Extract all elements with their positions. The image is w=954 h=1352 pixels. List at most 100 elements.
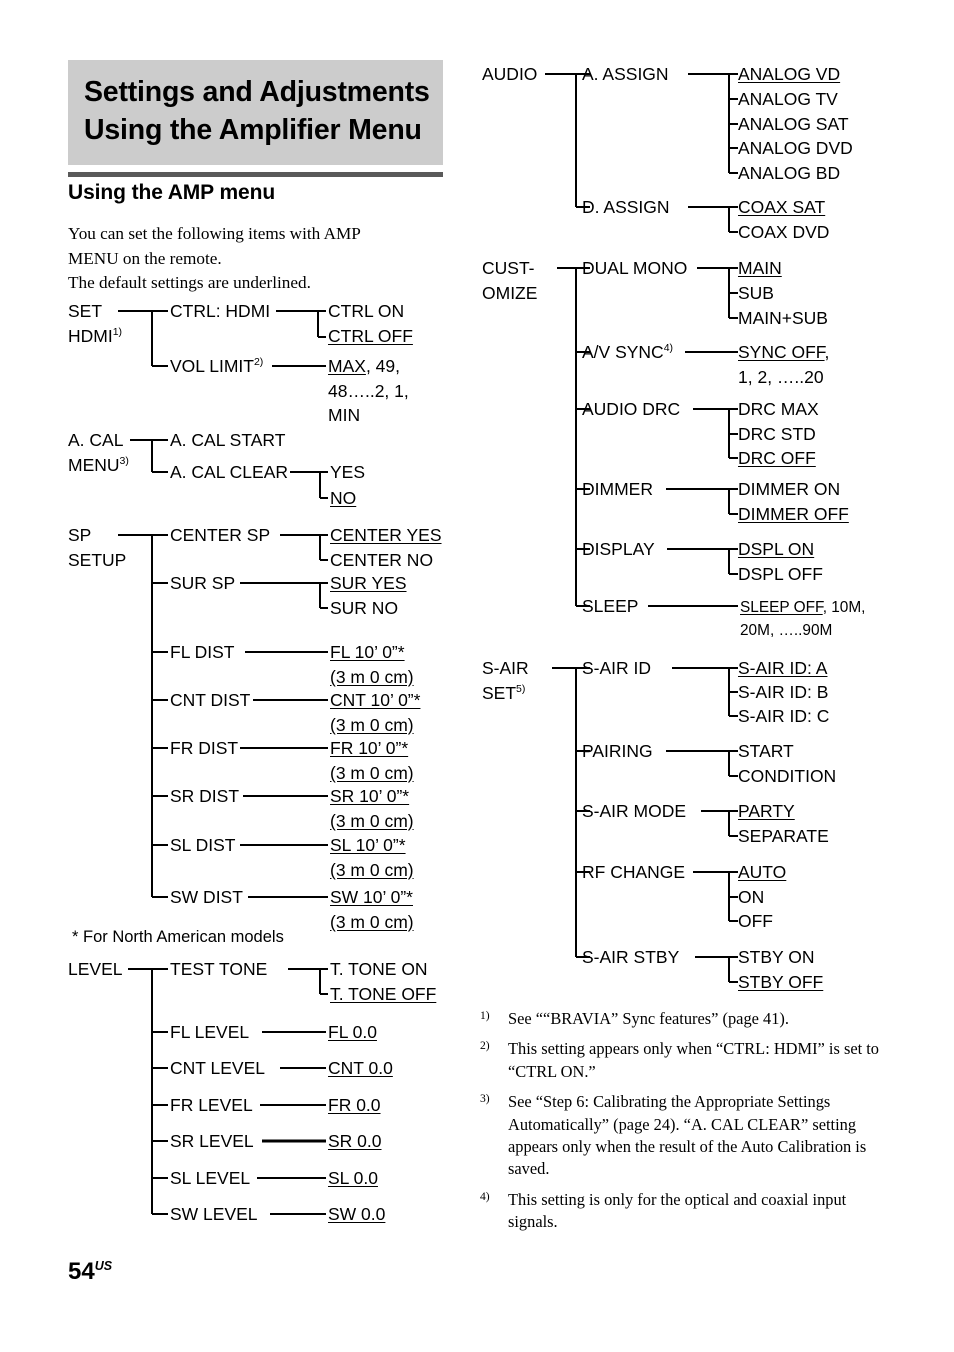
footnote-4: 4) This setting is only for the optical … <box>480 1189 880 1234</box>
tree-value-a-cal-yes: YES <box>330 462 366 482</box>
tree-value-sur-yes: SUR YES <box>330 573 407 593</box>
tree-value-dimmer-off: DIMMER OFF <box>738 504 849 524</box>
tree-item-display: DISPLAY <box>582 539 655 559</box>
tree-value-s-air-id-a: S-AIR ID: A <box>738 658 828 678</box>
sw-dist-meters: (3 m 0 cm) <box>330 911 414 932</box>
tree-value-rf-auto: AUTO <box>738 862 787 882</box>
tree-item-a-assign: A. ASSIGN <box>582 64 669 84</box>
tree-value-vol-limit-range: MAX, 49, 48…..2, 1, MIN <box>328 354 409 428</box>
tree-item-sur-sp: SUR SP <box>170 573 236 593</box>
footnote-4-text: This setting is only for the optical and… <box>508 1189 847 1232</box>
footnote-1-text: See ““BRAVIA” Sync features” (page 41). <box>508 1009 789 1028</box>
tree-item-s-air-mode: S-AIR MODE <box>582 801 687 821</box>
s-air-set-line-1: S-AIR <box>482 658 529 678</box>
tree-item-center-sp: CENTER SP <box>170 525 271 545</box>
av-sync-rest-1: , <box>824 342 830 362</box>
tree-value-sl-level: SL 0.0 <box>328 1168 378 1188</box>
document-page: Settings and Adjustments Using the Ampli… <box>0 0 954 1352</box>
intro-line-2: MENU on the remote. <box>68 248 222 268</box>
vol-limit-label: VOL LIMIT <box>170 356 254 376</box>
page-number: 54US <box>68 1258 112 1286</box>
tree-value-sw-level: SW 0.0 <box>328 1204 386 1224</box>
sw-dist-feet: SW 10’ 0”* <box>330 887 413 907</box>
tree-value-stby-on: STBY ON <box>738 947 815 967</box>
tree-item-av-sync: A/V SYNC4) <box>582 340 673 365</box>
tree-root-a-cal-menu: A. CAL MENU3) <box>68 428 129 477</box>
tree-value-dimmer-on: DIMMER ON <box>738 479 841 499</box>
tree-value-s-air-id-c: S-AIR ID: C <box>738 706 830 726</box>
set-hdmi-line-1: SET <box>68 301 103 321</box>
page-title-banner: Settings and Adjustments Using the Ampli… <box>68 60 443 166</box>
sp-setup-line-1: SP <box>68 525 92 545</box>
tree-value-pairing-start: START <box>738 741 794 761</box>
vol-limit-rest-3: MIN <box>328 405 361 426</box>
s-air-set-line-2: SET <box>482 682 517 703</box>
tree-value-fl-dist: FL 10’ 0”* (3 m 0 cm) <box>330 640 414 689</box>
footnote-1: 1) See ““BRAVIA” Sync features” (page 41… <box>480 1008 880 1030</box>
tree-item-fl-dist: FL DIST <box>170 642 235 662</box>
tree-value-ctrl-off: CTRL OFF <box>328 326 413 346</box>
tree-value-sr-level: SR 0.0 <box>328 1131 382 1151</box>
sp-setup-line-2: SETUP <box>68 549 127 570</box>
north-american-models-note: * For North American models <box>72 928 284 946</box>
tree-root-set-hdmi: SET HDMI1) <box>68 299 122 348</box>
vol-limit-default: MAX <box>328 356 366 376</box>
tree-value-sub: SUB <box>738 283 774 303</box>
page-number-suffix: US <box>94 1259 113 1273</box>
tree-value-s-air-id-b: S-AIR ID: B <box>738 682 829 702</box>
tree-item-dual-mono: DUAL MONO <box>582 258 688 278</box>
tree-item-cnt-level: CNT LEVEL <box>170 1058 265 1078</box>
tree-value-ctrl-on: CTRL ON <box>328 301 405 321</box>
footnotes-list: 1) See ““BRAVIA” Sync features” (page 41… <box>480 1008 880 1242</box>
tree-value-main-plus-sub: MAIN+SUB <box>738 308 828 328</box>
tree-item-cnt-dist: CNT DIST <box>170 690 251 710</box>
tree-item-audio-drc: AUDIO DRC <box>582 399 681 419</box>
sleep-rest-1: , 10M, <box>822 599 866 616</box>
tree-value-dspl-on: DSPL ON <box>738 539 815 559</box>
tree-value-rf-on: ON <box>738 887 765 907</box>
tree-value-fr-level: FR 0.0 <box>328 1095 381 1115</box>
customize-line-2: OMIZE <box>482 282 538 303</box>
footnote-1-marker: 1) <box>480 1009 490 1022</box>
tree-value-drc-std: DRC STD <box>738 424 816 444</box>
tree-item-sr-dist: SR DIST <box>170 786 240 806</box>
tree-item-sw-dist: SW DIST <box>170 887 243 907</box>
set-hdmi-footnote-marker: 1) <box>112 325 123 338</box>
tree-item-sl-level: SL LEVEL <box>170 1168 251 1188</box>
tree-value-dspl-off: DSPL OFF <box>738 564 823 584</box>
fl-dist-meters: (3 m 0 cm) <box>330 666 414 687</box>
tree-value-pairing-condition: CONDITION <box>738 766 837 786</box>
set-hdmi-line-2: HDMI <box>68 325 113 346</box>
vol-limit-rest-2: 48…..2, 1, <box>328 380 409 401</box>
tree-root-sp-setup: SP SETUP <box>68 523 126 572</box>
tree-value-analog-sat: ANALOG SAT <box>738 114 849 134</box>
tree-value-rf-off: OFF <box>738 911 773 931</box>
tree-value-fl-level: FL 0.0 <box>328 1022 377 1042</box>
footnote-2-text: This setting appears only when “CTRL: HD… <box>508 1039 880 1081</box>
tree-value-sl-dist: SL 10’ 0”* (3 m 0 cm) <box>330 833 414 882</box>
tree-value-analog-dvd: ANALOG DVD <box>738 138 853 158</box>
tree-item-a-cal-clear: A. CAL CLEAR <box>170 462 289 482</box>
tree-value-cnt-dist: CNT 10’ 0”* (3 m 0 cm) <box>330 688 420 737</box>
cnt-dist-meters: (3 m 0 cm) <box>330 714 414 735</box>
tree-item-ctrl-hdmi: CTRL: HDMI <box>170 301 271 321</box>
footnote-3: 3) See “Step 6: Calibrating the Appropri… <box>480 1091 880 1181</box>
tree-value-main: MAIN <box>738 258 782 278</box>
tree-item-fl-level: FL LEVEL <box>170 1022 250 1042</box>
intro-paragraph: You can set the following items with AMP… <box>68 222 448 296</box>
customize-line-1: CUST- <box>482 258 535 278</box>
tree-value-coax-sat: COAX SAT <box>738 197 826 217</box>
page-number-value: 54 <box>68 1258 95 1285</box>
a-cal-menu-line-2: MENU <box>68 454 120 475</box>
tree-root-audio: AUDIO <box>482 64 538 84</box>
tree-item-pairing: PAIRING <box>582 741 653 761</box>
tree-item-vol-limit: VOL LIMIT2) <box>170 354 263 379</box>
tree-item-s-air-id: S-AIR ID <box>582 658 652 678</box>
tree-value-center-yes: CENTER YES <box>330 525 442 545</box>
tree-item-s-air-stby: S-AIR STBY <box>582 947 680 967</box>
footnote-2-marker: 2) <box>480 1039 490 1053</box>
footnote-3-text: See “Step 6: Calibrating the Appropriate… <box>508 1092 867 1179</box>
tree-value-a-cal-no: NO <box>330 488 357 508</box>
tree-item-a-cal-start: A. CAL START <box>170 430 286 450</box>
tree-value-analog-vd: ANALOG VD <box>738 64 841 84</box>
